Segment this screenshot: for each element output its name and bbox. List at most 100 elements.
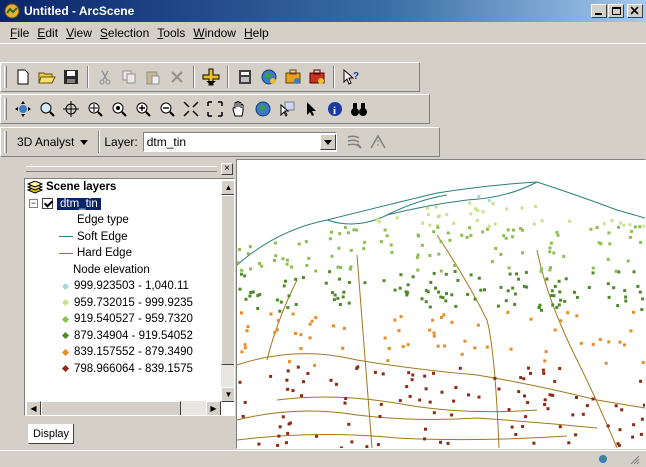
pan-button[interactable] [228,98,250,120]
scene-view[interactable] [236,159,646,449]
zoom-in-button[interactable] [132,98,154,120]
tin-node [395,216,399,220]
tin-node [329,378,333,382]
steepest-path-button[interactable] [367,131,389,153]
tin-node [629,329,633,333]
cut-button[interactable] [94,66,116,88]
globe-tool-button[interactable] [258,66,280,88]
paste-button[interactable] [142,66,164,88]
toolbar-grip[interactable] [4,98,7,120]
fly-button[interactable] [36,98,58,120]
layer-row-dtm-tin[interactable]: − dtm_tin [25,196,234,213]
tin-node [599,242,603,246]
menu-tools[interactable]: Tools [153,26,189,40]
toc-close-button[interactable]: × [221,163,233,175]
zoom-out-button[interactable] [156,98,178,120]
tin-node [521,425,525,428]
add-data-button[interactable] [200,66,222,88]
tin-scene-canvas[interactable] [237,160,645,448]
delete-button[interactable] [166,66,188,88]
contour-icon [347,135,362,149]
narrow-arrows-icon [183,101,199,117]
full-extent-button[interactable] [252,98,274,120]
narrow-fov-button[interactable] [180,98,202,120]
pan-hand-icon [232,101,244,117]
scene-layers-row[interactable]: Scene layers [25,179,234,196]
target-center-button[interactable] [60,98,82,120]
tin-node [439,440,442,444]
navigate-button[interactable] [12,98,34,120]
scene-properties-button[interactable] [234,66,256,88]
tin-node [562,254,566,258]
tin-node [355,228,359,232]
layer-select[interactable]: dtm_tin [142,132,337,152]
set-observer-button[interactable] [108,98,130,120]
tin-node [532,222,536,226]
tin-node [517,277,521,281]
tab-display[interactable]: Display [28,424,74,444]
new-button[interactable] [12,66,34,88]
tin-node [575,314,579,318]
tin-node [456,278,460,282]
scroll-left-button[interactable]: ◀ [26,401,41,415]
scroll-right-button[interactable]: ▶ [206,401,221,415]
3d-analyst-menu[interactable]: 3D Analyst [11,135,94,149]
select-features-button[interactable] [276,98,298,120]
tin-node [330,254,334,258]
contour-tool-button[interactable] [343,131,365,153]
menu-file[interactable]: File [6,26,33,40]
tin-node [243,400,247,404]
copy-button[interactable] [118,66,140,88]
vertical-scrollbar[interactable]: ▲ ▼ [221,180,234,402]
tin-node [299,347,303,350]
menu-window[interactable]: Window [189,26,240,40]
layer-select-arrow[interactable] [319,134,336,150]
expand-fov-button[interactable] [204,98,226,120]
scroll-up-button[interactable]: ▲ [221,180,234,195]
tin-node [477,195,481,198]
menu-edit[interactable]: Edit [33,26,62,40]
tin-node [287,422,291,426]
scroll-thumb[interactable] [221,195,234,365]
close-button[interactable] [627,4,643,18]
identify-button[interactable]: i [324,98,346,120]
find-button[interactable] [348,98,370,120]
tin-node [574,433,578,437]
tin-node [281,415,285,419]
tin-node [349,248,353,252]
layer-name[interactable]: dtm_tin [57,197,101,210]
maximize-button[interactable] [608,4,624,18]
arctoolbox-button[interactable] [282,66,304,88]
tin-node [276,443,280,447]
tin-node [278,309,282,313]
minimize-button[interactable] [591,4,607,18]
whats-this-button[interactable]: ? [340,66,362,88]
legend-item: 919.540527 - 959.7320 [25,311,234,328]
select-elements-button[interactable] [300,98,322,120]
collapse-toggle[interactable]: − [29,199,38,209]
tin-node [256,294,260,298]
toolbar-grip[interactable] [4,131,7,153]
scroll-down-button[interactable]: ▼ [221,387,234,402]
tin-node [342,326,346,330]
menu-help[interactable]: Help [240,26,273,40]
tin-node [573,290,576,294]
toolbar-grip[interactable] [4,66,7,88]
tin-node [436,215,440,218]
tin-node [619,221,623,225]
zoom-to-target-button[interactable] [84,98,106,120]
menu-view[interactable]: View [62,26,96,40]
tin-node [566,311,570,315]
menu-selection[interactable]: Selection [96,26,153,40]
layer-visibility-checkbox[interactable] [42,198,53,210]
save-button[interactable] [60,66,82,88]
layers-stack-icon [27,180,43,194]
horizontal-scrollbar[interactable]: ◀ ▶ [26,401,221,415]
tin-node [286,306,290,309]
resize-grip-icon[interactable] [628,453,640,465]
open-button[interactable] [36,66,58,88]
tin-node [453,270,457,273]
model-builder-button[interactable] [306,66,328,88]
scroll-thumb[interactable] [41,401,181,415]
identify-info-icon: i [328,102,342,117]
